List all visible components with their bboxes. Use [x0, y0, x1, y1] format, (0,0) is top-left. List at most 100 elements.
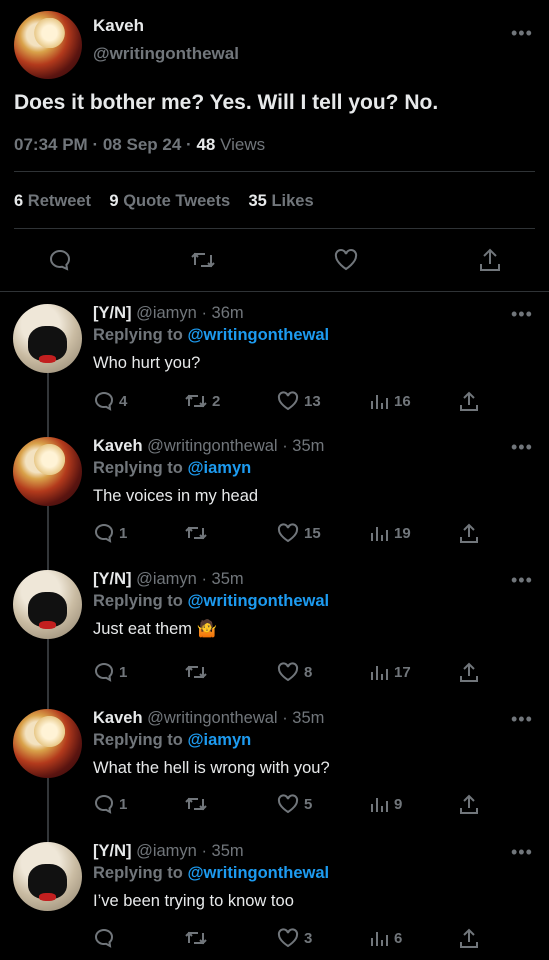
- like-count: 3: [304, 929, 313, 947]
- speech-bubble-icon: [95, 391, 114, 411]
- tweet-stats: 6 Retweet 9 Quote Tweets 35 Likes: [14, 192, 314, 211]
- speech-bubble-icon: [95, 928, 114, 948]
- display-name[interactable]: Kaveh: [93, 709, 143, 727]
- views-count: 48: [196, 135, 216, 154]
- views-count: 6: [394, 929, 403, 947]
- mention-link[interactable]: @iamyn: [187, 731, 251, 749]
- like-button[interactable]: 8: [276, 661, 312, 683]
- like-button[interactable]: 13: [276, 390, 321, 412]
- bar-chart-icon: [371, 666, 388, 680]
- avatar[interactable]: [13, 304, 82, 373]
- like-button[interactable]: [333, 248, 359, 272]
- tweet-text: Does it bother me? Yes. Will I tell you?…: [14, 91, 439, 114]
- reply-button[interactable]: 4: [93, 390, 127, 412]
- display-name[interactable]: Kaveh: [93, 16, 144, 36]
- heart-icon: [277, 523, 299, 543]
- retweet-button[interactable]: 2: [184, 390, 220, 412]
- replying-to: Replying to @iamyn: [93, 459, 252, 477]
- display-name[interactable]: [Y/N]: [93, 842, 132, 860]
- share-upload-icon: [480, 248, 500, 271]
- retweet-count: 2: [212, 392, 221, 410]
- more-dots-icon[interactable]: •••: [511, 24, 533, 42]
- more-dots-icon[interactable]: •••: [511, 438, 533, 456]
- reply-button[interactable]: 1: [93, 793, 127, 815]
- speech-bubble-icon: [50, 249, 71, 271]
- divider: [14, 228, 535, 229]
- retweet-button[interactable]: [184, 522, 208, 544]
- share-button[interactable]: [458, 522, 480, 544]
- views-button[interactable]: 17: [368, 661, 411, 683]
- more-dots-icon[interactable]: •••: [511, 710, 533, 728]
- bar-chart-icon: [371, 932, 388, 946]
- handle[interactable]: @iamyn: [136, 304, 197, 322]
- handle[interactable]: @writingonthewal: [147, 437, 277, 455]
- handle[interactable]: @writingonthewal: [147, 709, 277, 727]
- handle[interactable]: @iamyn: [136, 842, 197, 860]
- reply-header: [Y/N] @iamyn · 35m: [93, 570, 244, 589]
- avatar[interactable]: [13, 842, 82, 911]
- meta-separator: ·: [201, 842, 207, 860]
- share-upload-icon: [460, 523, 478, 543]
- reply-button[interactable]: [48, 248, 72, 272]
- more-dots-icon[interactable]: •••: [511, 571, 533, 589]
- handle[interactable]: @iamyn: [136, 570, 197, 588]
- reply-button[interactable]: 1: [93, 661, 127, 683]
- mention-link[interactable]: @writingonthewal: [187, 864, 329, 882]
- mention-link[interactable]: @writingonthewal: [187, 326, 329, 344]
- share-upload-icon: [460, 662, 478, 682]
- avatar[interactable]: [13, 570, 82, 639]
- display-name[interactable]: Kaveh: [93, 437, 143, 455]
- share-button[interactable]: [458, 927, 480, 949]
- avatar[interactable]: [13, 437, 82, 506]
- like-button[interactable]: 15: [276, 522, 321, 544]
- views-count: 9: [394, 795, 403, 813]
- reply-button[interactable]: [93, 927, 115, 949]
- views-button[interactable]: 9: [368, 793, 402, 815]
- mention-link[interactable]: @iamyn: [187, 459, 251, 477]
- meta-separator: ·: [282, 437, 288, 455]
- retweet-arrows-icon: [185, 394, 207, 408]
- views-label: Views: [220, 135, 266, 154]
- avatar[interactable]: [14, 11, 82, 79]
- retweet-button[interactable]: [190, 248, 216, 272]
- views-button[interactable]: 6: [368, 927, 402, 949]
- share-button[interactable]: [478, 247, 502, 273]
- meta-separator: ·: [92, 135, 99, 154]
- stat-quotes[interactable]: 9 Quote Tweets: [109, 192, 230, 210]
- mention-link[interactable]: @writingonthewal: [187, 592, 329, 610]
- stat-likes[interactable]: 35 Likes: [249, 192, 314, 210]
- share-upload-icon: [460, 391, 478, 411]
- replying-to: Replying to @writingonthewal: [93, 592, 330, 610]
- meta-separator: ·: [201, 570, 207, 588]
- reply-header: [Y/N] @iamyn · 35m: [93, 842, 244, 861]
- tweet-date: 08 Sep 24: [102, 135, 182, 154]
- share-button[interactable]: [458, 390, 480, 412]
- more-dots-icon[interactable]: •••: [511, 305, 533, 323]
- like-button[interactable]: 5: [276, 793, 312, 815]
- stat-retweets[interactable]: 6 Retweet: [14, 192, 91, 210]
- retweet-button[interactable]: [184, 793, 208, 815]
- reply-header: Kaveh @writingonthewal · 35m: [93, 437, 324, 456]
- divider: [0, 291, 549, 292]
- more-dots-icon[interactable]: •••: [511, 843, 533, 861]
- reply-header: Kaveh @writingonthewal · 35m: [93, 709, 324, 728]
- retweet-button[interactable]: [184, 927, 208, 949]
- divider: [14, 171, 535, 172]
- like-count: 13: [304, 392, 321, 410]
- share-button[interactable]: [458, 661, 480, 683]
- retweet-button[interactable]: [184, 661, 208, 683]
- views-button[interactable]: 16: [368, 390, 411, 412]
- heart-icon: [334, 249, 358, 271]
- avatar[interactable]: [13, 709, 82, 778]
- share-upload-icon: [460, 794, 478, 814]
- share-button[interactable]: [458, 793, 480, 815]
- display-name[interactable]: [Y/N]: [93, 304, 132, 322]
- retweet-arrows-icon: [185, 665, 207, 679]
- reply-text: What the hell is wrong with you?: [93, 759, 330, 777]
- views-button[interactable]: 19: [368, 522, 411, 544]
- reply-button[interactable]: 1: [93, 522, 127, 544]
- handle[interactable]: @writingonthewal: [93, 44, 239, 64]
- replying-to: Replying to @writingonthewal: [93, 864, 330, 882]
- like-button[interactable]: 3: [276, 927, 312, 949]
- display-name[interactable]: [Y/N]: [93, 570, 132, 588]
